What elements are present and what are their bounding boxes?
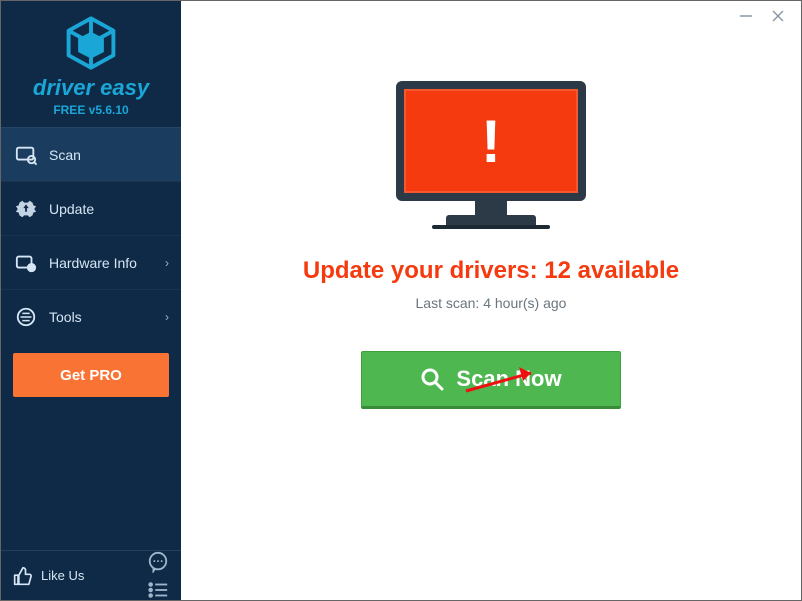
chevron-right-icon: › [165, 256, 169, 270]
sidebar-item-label: Tools [49, 309, 82, 325]
annotation-arrow-icon [461, 359, 551, 399]
search-icon [420, 367, 444, 391]
bottom-icons [147, 551, 169, 601]
scan-icon [15, 144, 37, 166]
app-version: FREE v5.6.10 [1, 103, 181, 117]
app-window: driver easy FREE v5.6.10 Scan [0, 0, 802, 601]
sidebar-item-label: Hardware Info [49, 255, 137, 271]
chevron-right-icon: › [165, 310, 169, 324]
logo-block: driver easy FREE v5.6.10 [1, 1, 181, 127]
sidebar-item-label: Scan [49, 147, 81, 163]
sidebar-item-update[interactable]: Update [1, 181, 181, 235]
bottom-bar: Like Us [1, 550, 181, 600]
sidebar-item-scan[interactable]: Scan [1, 127, 181, 181]
last-scan-text: Last scan: 4 hour(s) ago [181, 295, 801, 311]
monitor-alert-icon: ! [396, 81, 586, 229]
app-name: driver easy [1, 75, 181, 101]
sidebar: driver easy FREE v5.6.10 Scan [1, 1, 181, 600]
gear-arrow-icon [15, 198, 37, 220]
get-pro-label: Get PRO [60, 367, 122, 384]
menu-list-icon[interactable] [147, 579, 169, 601]
sidebar-item-hardware-info[interactable]: i Hardware Info › [1, 235, 181, 289]
tools-icon [15, 306, 37, 328]
get-pro-button[interactable]: Get PRO [13, 353, 169, 397]
content: ! Update your drivers: 12 available Last… [181, 1, 801, 409]
minimize-button[interactable] [739, 9, 753, 23]
headline: Update your drivers: 12 available [181, 257, 801, 285]
spacer [1, 397, 181, 550]
nav: Scan Update i [1, 127, 181, 343]
sidebar-item-label: Update [49, 201, 94, 217]
main-pane: ! Update your drivers: 12 available Last… [181, 1, 801, 600]
like-icon[interactable] [13, 566, 33, 586]
like-us-label[interactable]: Like Us [41, 568, 84, 583]
titlebar [739, 1, 801, 31]
svg-text:i: i [30, 263, 32, 272]
logo-icon [63, 15, 119, 71]
hardware-info-icon: i [15, 252, 37, 274]
exclamation-icon: ! [481, 107, 501, 176]
close-button[interactable] [771, 9, 785, 23]
feedback-icon[interactable] [147, 551, 169, 573]
sidebar-item-tools[interactable]: Tools › [1, 289, 181, 343]
